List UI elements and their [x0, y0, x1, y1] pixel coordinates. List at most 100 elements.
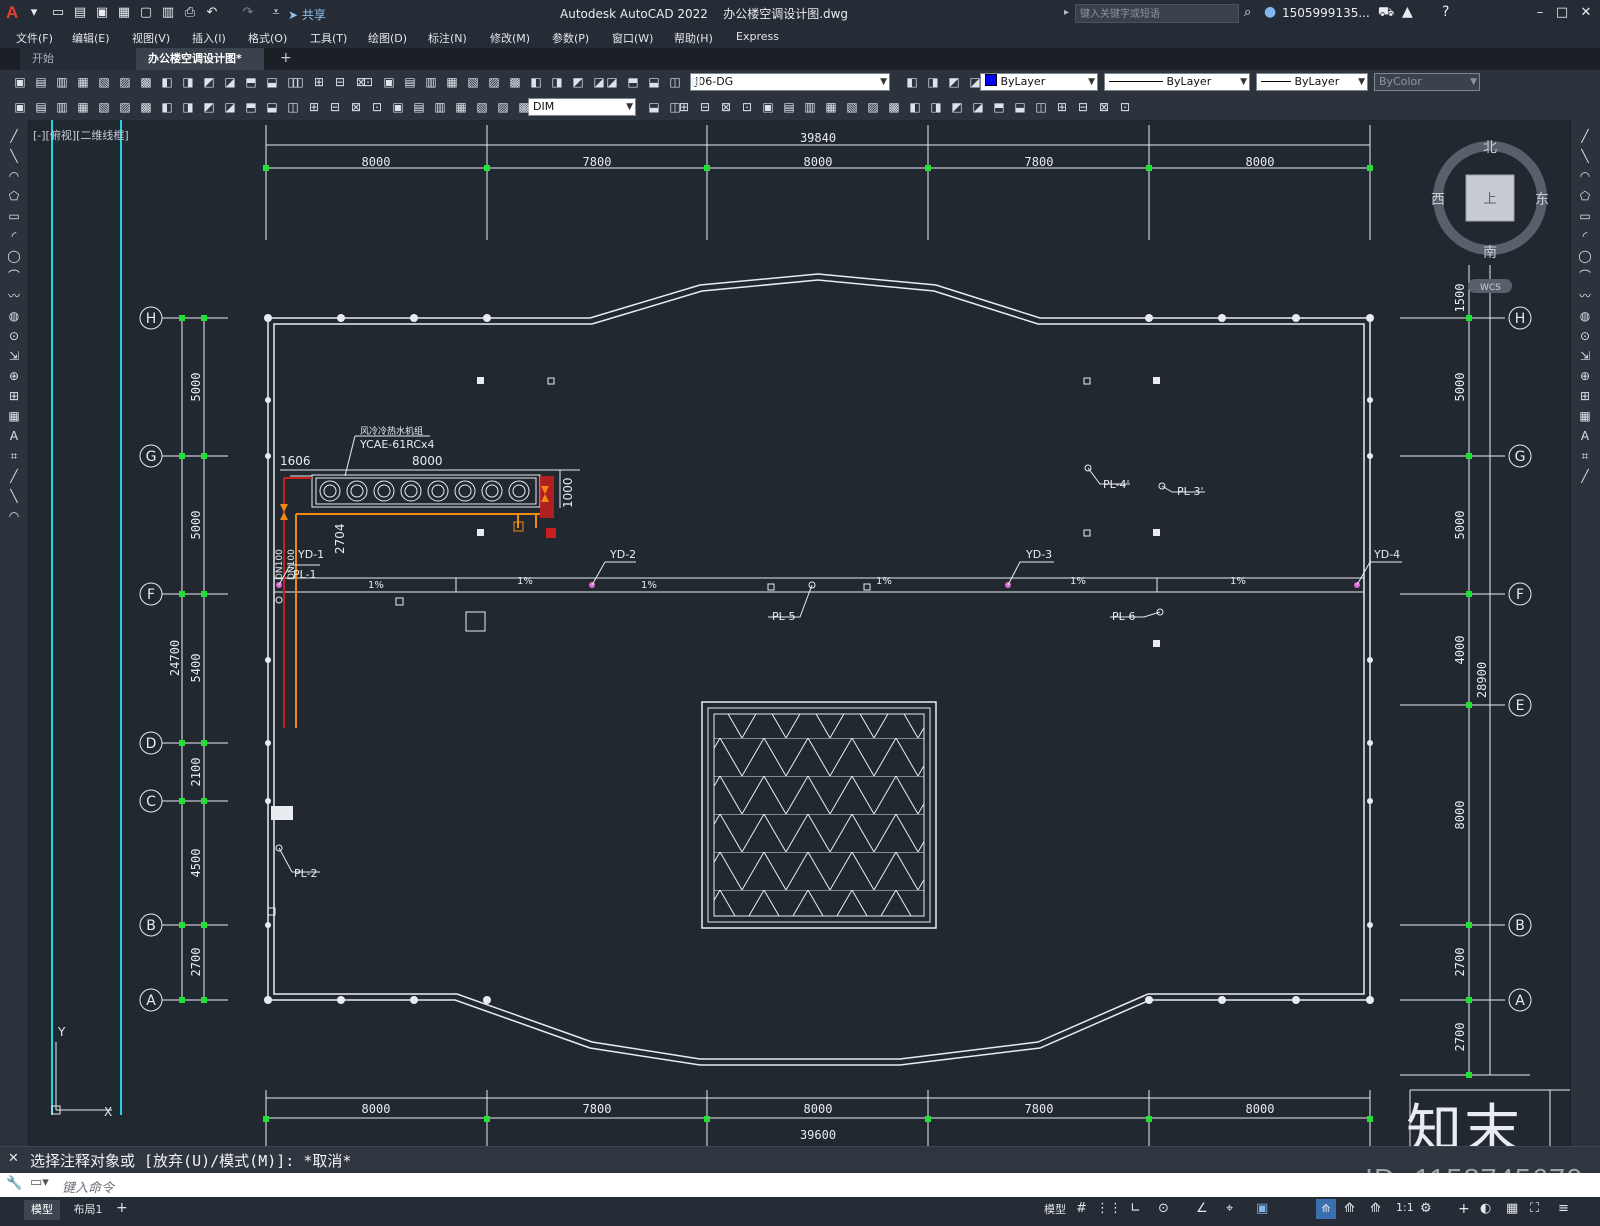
menu-item[interactable]: 视图(V)	[132, 30, 170, 46]
share-button[interactable]: ➤ 共享	[288, 6, 326, 23]
menu-item[interactable]: 文件(F)	[16, 30, 53, 46]
viewport-controls[interactable]: [-][俯视][二维线框]	[33, 127, 129, 143]
user-icon[interactable]: ●	[1264, 4, 1276, 20]
help-icon[interactable]: ?	[1442, 4, 1449, 20]
toolbar-tool-icon[interactable]: ▥	[802, 99, 818, 115]
vertical-tool-icon[interactable]: A	[6, 428, 22, 444]
plot-icon[interactable]: ⎙	[182, 5, 198, 21]
toolbar-tool-icon[interactable]: ▦	[75, 99, 91, 115]
add-layout-icon[interactable]: +	[116, 1200, 128, 1216]
add-icon[interactable]: +	[1458, 1201, 1470, 1217]
lineweight-dropdown[interactable]: ByLayer ▼	[1256, 73, 1368, 91]
viewcube-south[interactable]: 南	[1483, 245, 1497, 261]
save-as-icon[interactable]: ▦	[116, 5, 132, 21]
toolbar-tool-icon[interactable]: ◩	[946, 74, 962, 90]
close-icon[interactable]: ✕	[1576, 4, 1596, 22]
tab-model[interactable]: 模型	[24, 1200, 60, 1220]
toolbar-tool-icon[interactable]: ◫	[667, 74, 683, 90]
toolbar-tool-icon[interactable]: ◪	[970, 99, 986, 115]
vertical-tool-icon[interactable]: ⊙	[6, 328, 22, 344]
toolbar-tool-icon[interactable]: ▩	[886, 99, 902, 115]
toolbar-tool-icon[interactable]: ◪	[967, 74, 983, 90]
toolbar-tool-icon[interactable]: ▨	[495, 99, 511, 115]
toolbar-tool-icon[interactable]: ⬒	[991, 99, 1007, 115]
toolbar-tool-icon[interactable]: ⊞	[688, 74, 704, 90]
vertical-tool-icon[interactable]: ◯	[6, 248, 22, 264]
toolbar-tool-icon[interactable]: ◫	[1033, 99, 1049, 115]
vertical-tool-icon[interactable]: ▭	[6, 208, 22, 224]
vertical-tool-icon[interactable]: ⌒	[1577, 268, 1593, 284]
vertical-tool-icon[interactable]: 〰	[1577, 288, 1593, 304]
selection-cycle-icon[interactable]: ▣	[1256, 1201, 1268, 1216]
toolbar-tool-icon[interactable]: ⊟	[697, 99, 713, 115]
menu-item[interactable]: 工具(T)	[310, 30, 347, 46]
osnap-track-icon[interactable]: ∠	[1196, 1201, 1208, 1216]
app-menu-arrow-icon[interactable]: ▾	[26, 5, 42, 21]
viewcube-east[interactable]: 东	[1535, 192, 1549, 208]
toolbar-tool-icon[interactable]: ▨	[117, 74, 133, 90]
vertical-tool-icon[interactable]: ⌗	[6, 448, 22, 464]
toolbar-tool-icon[interactable]: ⬓	[646, 74, 662, 90]
menu-item[interactable]: 修改(M)	[490, 30, 530, 46]
tab-layout1[interactable]: 布局1	[68, 1200, 108, 1220]
toolbar-tool-icon[interactable]: ⬓	[646, 99, 662, 115]
vertical-tool-icon[interactable]: ╱	[1577, 468, 1593, 484]
help-search-input[interactable]: 键入关键字或短语	[1075, 4, 1239, 23]
vertical-tool-icon[interactable]: ◍	[6, 308, 22, 324]
toolbar-tool-icon[interactable]: ◧	[159, 99, 175, 115]
toolbar-tool-icon[interactable]: ◧	[159, 74, 175, 90]
toolbar-tool-icon[interactable]: ▩	[507, 74, 523, 90]
customization-icon[interactable]: ≡	[1558, 1201, 1569, 1216]
toolbar-tool-icon[interactable]: ⬓	[264, 74, 280, 90]
maximize-icon[interactable]: □	[1552, 4, 1572, 22]
vertical-tool-icon[interactable]: ⊞	[6, 388, 22, 404]
toolbar-tool-icon[interactable]: ▦	[75, 74, 91, 90]
open-web-icon[interactable]: ▢	[138, 5, 154, 21]
vertical-tool-icon[interactable]: ⊙	[1577, 328, 1593, 344]
toolbar-tool-icon[interactable]: ▤	[781, 99, 797, 115]
recent-commands-icon[interactable]: ▭▾	[30, 1175, 49, 1190]
toolbar-tool-icon[interactable]: ▩	[138, 99, 154, 115]
customize-quick-access-icon[interactable]: ⩡	[268, 5, 284, 21]
menu-item[interactable]: 参数(P)	[552, 30, 589, 46]
toolbar-tool-icon[interactable]: ▤	[402, 74, 418, 90]
layer-dropdown[interactable]: J06-DG ▼	[690, 73, 890, 91]
toolbar-tool-icon[interactable]: ◪	[222, 99, 238, 115]
toolbar-tool-icon[interactable]: ⊠	[348, 99, 364, 115]
toolbar-tool-icon[interactable]: ◨	[928, 99, 944, 115]
menu-item[interactable]: 帮助(H)	[674, 30, 713, 46]
vertical-tool-icon[interactable]: ◯	[1577, 248, 1593, 264]
toolbar-tool-icon[interactable]: ▧	[96, 99, 112, 115]
clean-screen-icon[interactable]: ⛶	[1530, 1201, 1539, 1216]
plotstyle-dropdown[interactable]: ByColor ▼	[1374, 73, 1480, 91]
drawing-canvas[interactable]: Y X 39840 8000 7800 8000 7800 8000 39600…	[28, 120, 1570, 1146]
toolbar-tool-icon[interactable]: ▣	[12, 99, 28, 115]
toolbar-tool-icon[interactable]: ▣	[12, 74, 28, 90]
toolbar-tool-icon[interactable]: ⬒	[243, 99, 259, 115]
toolbar-tool-icon[interactable]: ▩	[516, 99, 532, 115]
annotation-visibility-icon[interactable]: ⟰	[1316, 1199, 1336, 1219]
toolbar-tool-icon[interactable]: ◩	[201, 74, 217, 90]
autocad-logo-icon[interactable]: A	[6, 3, 26, 23]
minimize-icon[interactable]: –	[1530, 4, 1550, 22]
vertical-tool-icon[interactable]: ⬠	[1577, 188, 1593, 204]
ortho-icon[interactable]: ∟	[1130, 1201, 1141, 1216]
toolbar-tool-icon[interactable]: ⬒	[243, 74, 259, 90]
tab-document[interactable]: 办公楼空调设计图* ×	[136, 48, 264, 87]
toolbar-tool-icon[interactable]: ⊡	[1117, 99, 1133, 115]
toolbar-tool-icon[interactable]: ▤	[33, 99, 49, 115]
menu-item[interactable]: 标注(N)	[428, 30, 467, 46]
toolbar-tool-icon[interactable]: ⊞	[676, 99, 692, 115]
toolbar-tool-icon[interactable]: ◩	[570, 74, 586, 90]
polar-icon[interactable]: ⊙	[1158, 1201, 1169, 1216]
menu-item[interactable]: Express	[736, 30, 779, 43]
toolbar-tool-icon[interactable]: ◧	[528, 74, 544, 90]
osnap-icon[interactable]: ⌖	[1226, 1201, 1233, 1216]
color-dropdown[interactable]: ByLayer ▼	[980, 73, 1098, 91]
grid-icon[interactable]: #	[1076, 1201, 1087, 1216]
toolbar-tool-icon[interactable]: ▨	[486, 74, 502, 90]
close-command-icon[interactable]: ✕	[8, 1151, 19, 1166]
toolbar-tool-icon[interactable]: ▧	[474, 99, 490, 115]
vertical-tool-icon[interactable]: ╱	[6, 468, 22, 484]
snap-icon[interactable]: ⋮⋮	[1096, 1201, 1122, 1216]
